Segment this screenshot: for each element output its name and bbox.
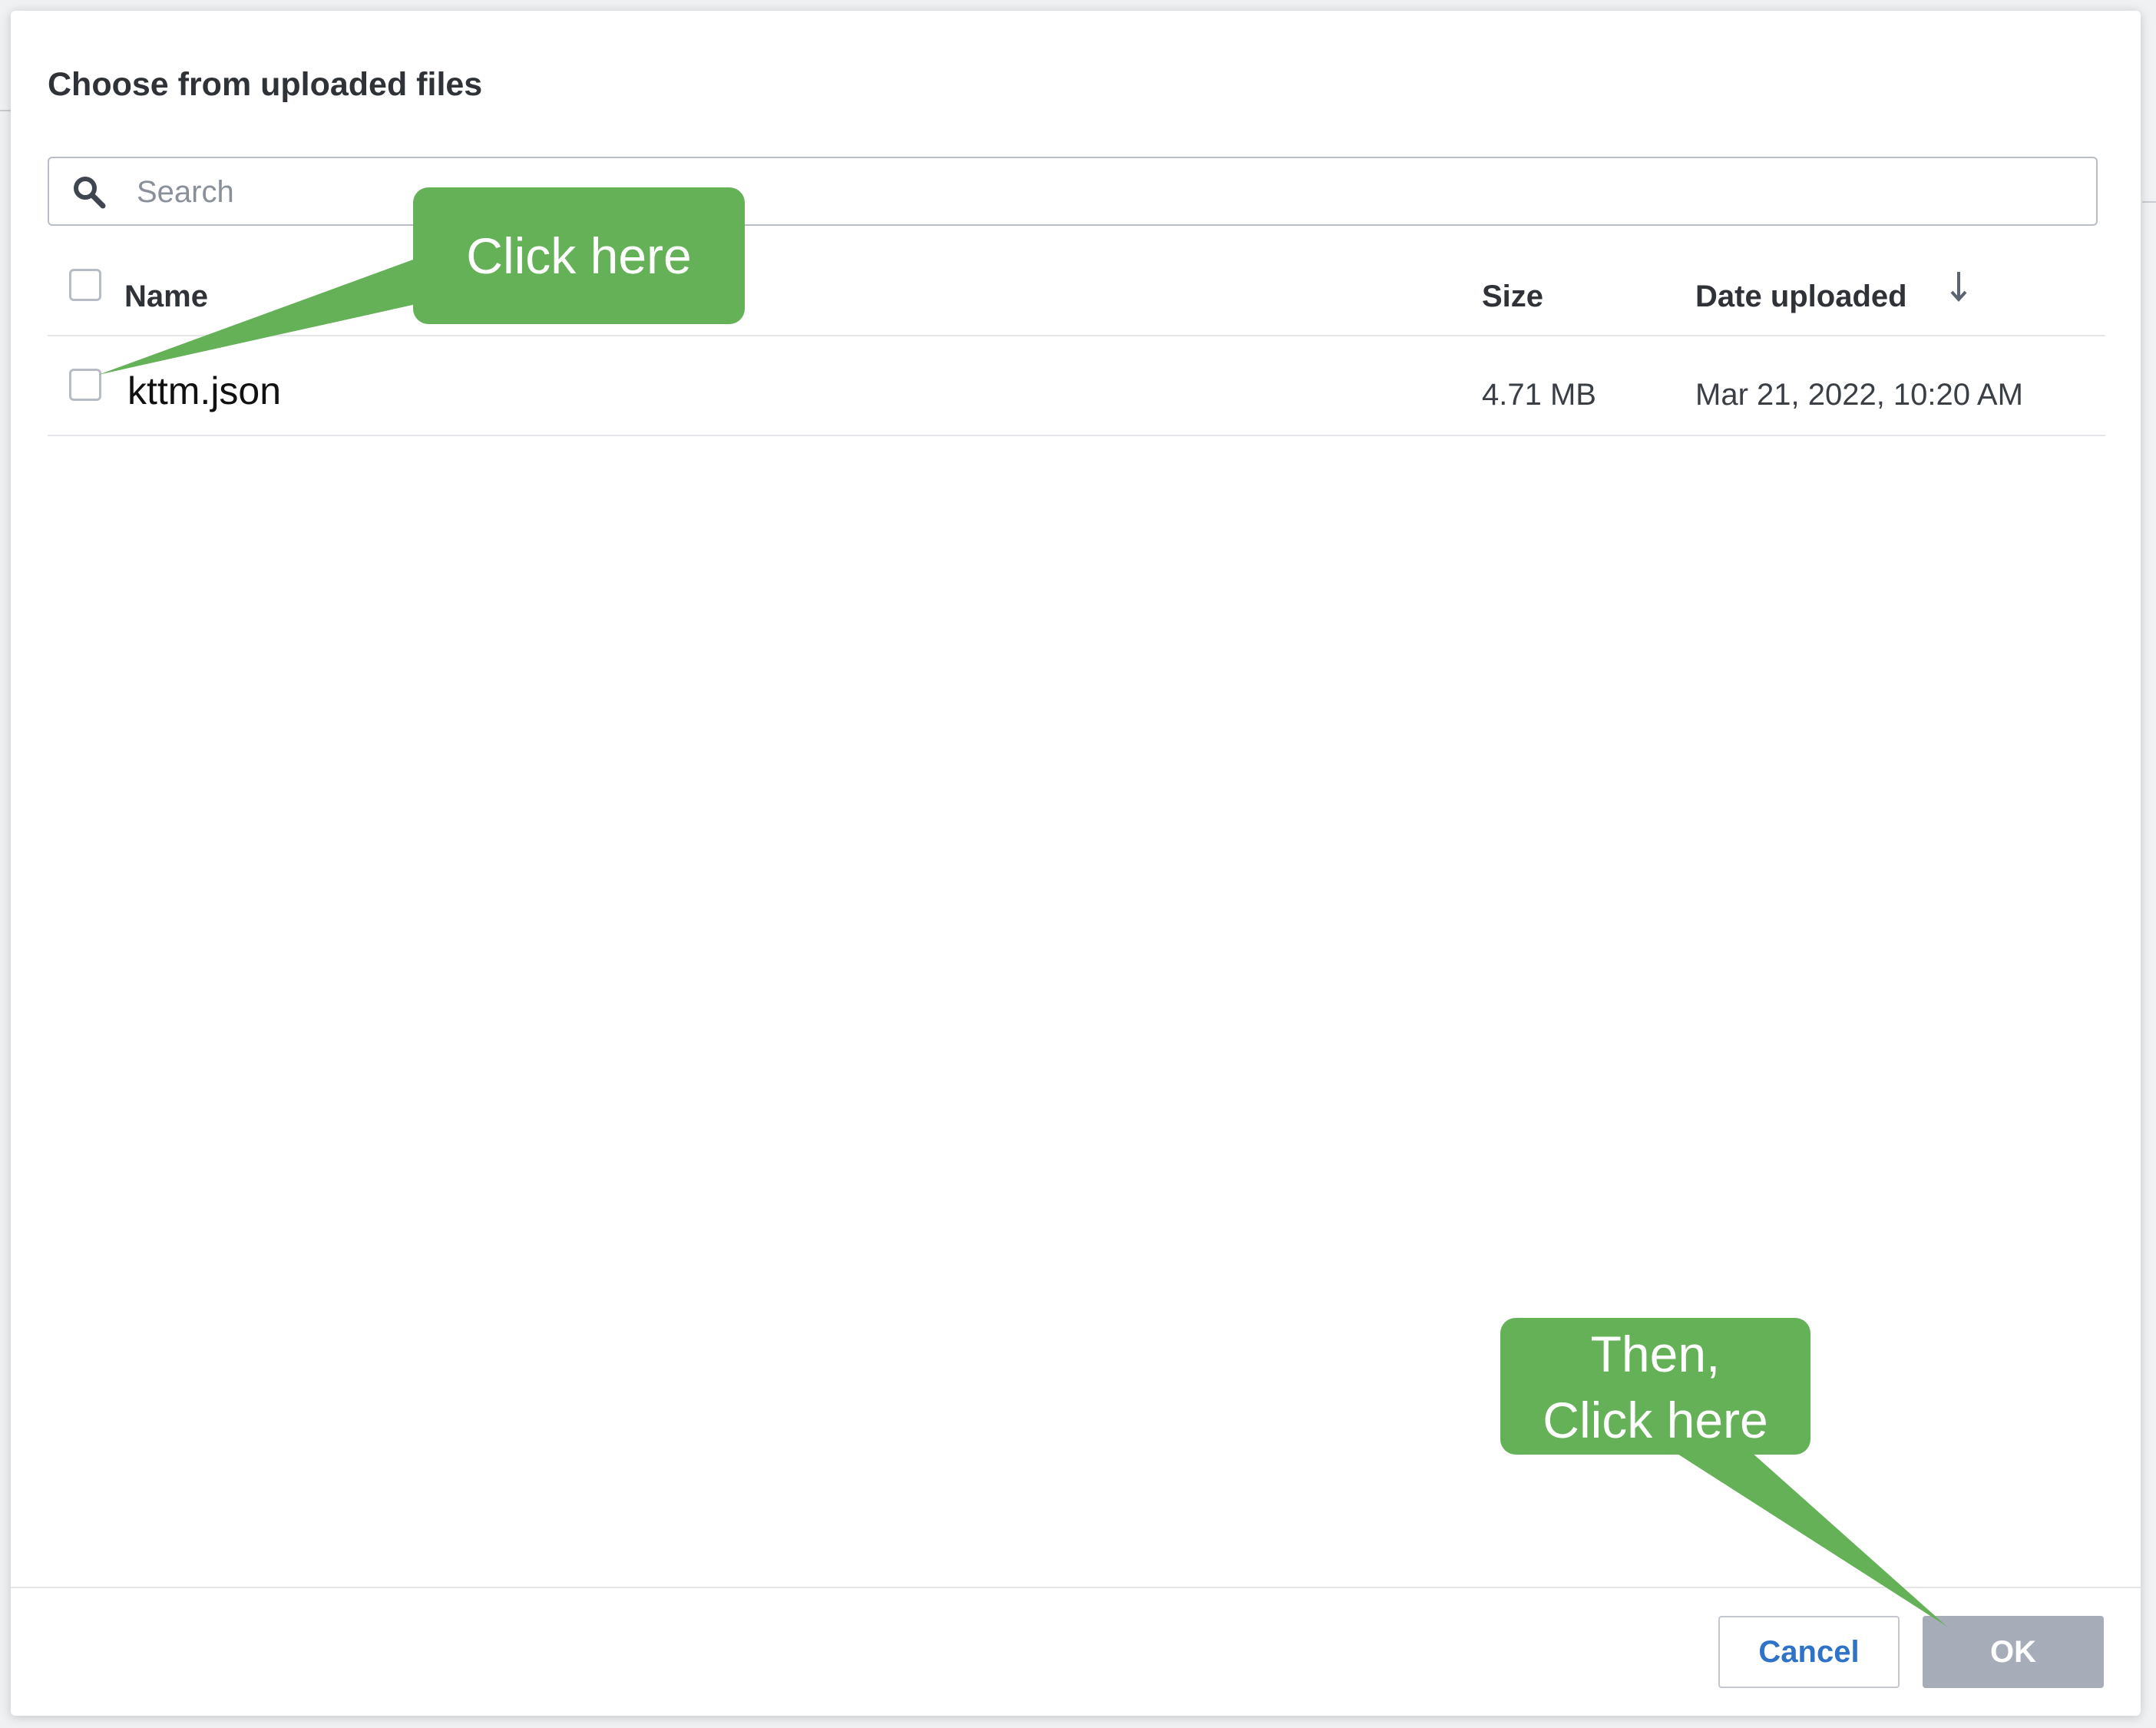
backdrop-line: [0, 110, 11, 111]
column-header-name[interactable]: Name: [124, 280, 208, 314]
arrow-down-icon[interactable]: [1947, 269, 1970, 304]
search-icon: [74, 177, 106, 209]
footer-divider: [11, 1587, 2141, 1588]
row-divider: [48, 435, 2105, 436]
file-size: 4.71 MB: [1482, 378, 1596, 412]
callout-2-text-line2: Click here: [1543, 1392, 1768, 1448]
file-picker-dialog: Choose from uploaded files Name Size Dat…: [11, 11, 2141, 1716]
file-date-uploaded: Mar 21, 2022, 10:20 AM: [1695, 378, 2023, 412]
column-header-size[interactable]: Size: [1482, 280, 1543, 314]
column-header-date-uploaded[interactable]: Date uploaded: [1695, 280, 1907, 314]
search-box[interactable]: [48, 157, 2098, 226]
search-input[interactable]: [135, 167, 2058, 217]
select-all-checkbox[interactable]: [69, 269, 101, 301]
row-checkbox[interactable]: [69, 369, 101, 401]
ok-button[interactable]: OK: [1923, 1616, 2104, 1688]
dialog-title: Choose from uploaded files: [48, 66, 483, 103]
file-name: kttm.json: [127, 369, 282, 412]
header-divider: [48, 335, 2105, 336]
cancel-button[interactable]: Cancel: [1718, 1616, 1900, 1688]
callout-1-text: Click here: [466, 227, 692, 284]
backdrop-line: [2142, 201, 2156, 203]
callout-2-text-line1: Then,: [1590, 1326, 1721, 1382]
